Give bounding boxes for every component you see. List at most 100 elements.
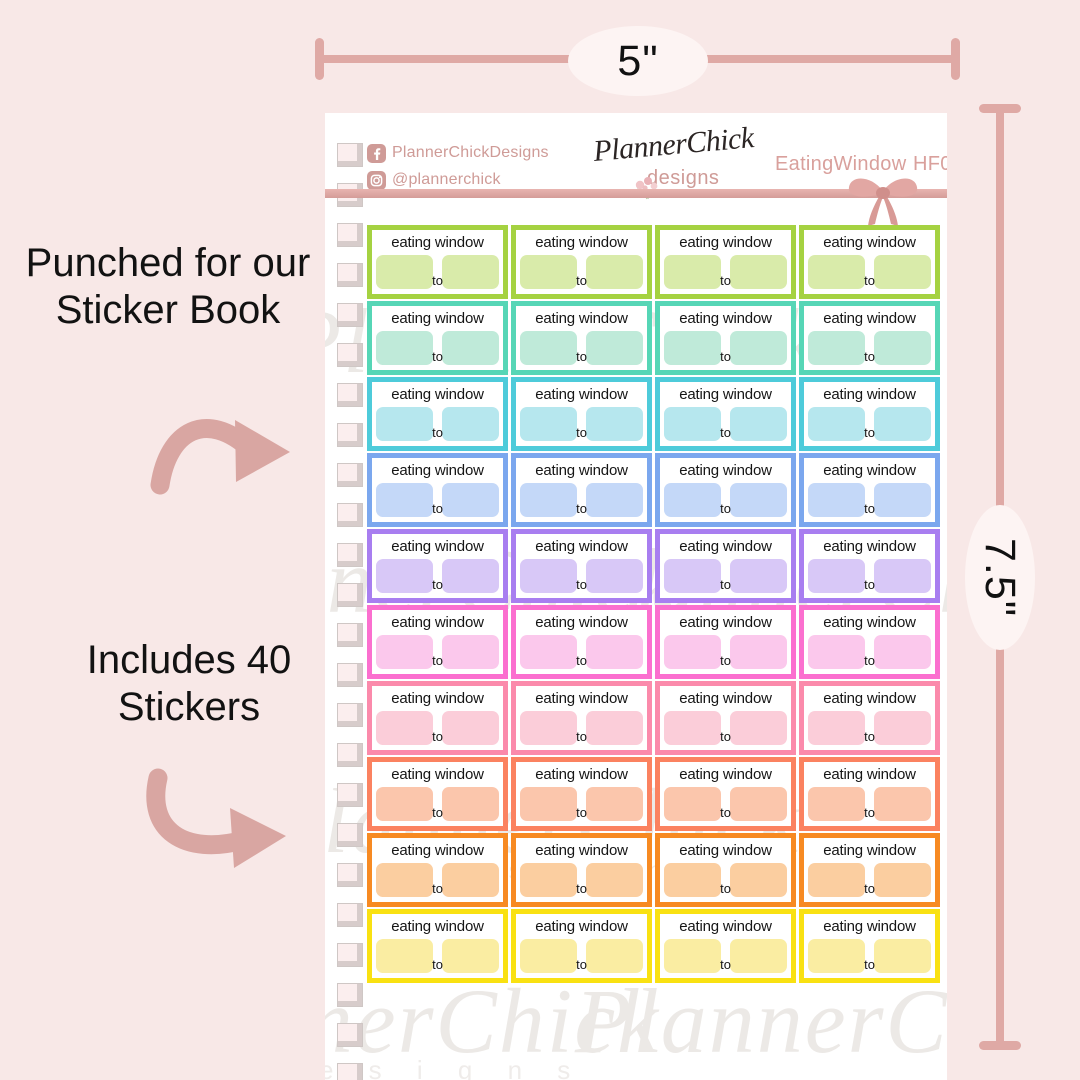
sticker[interactable]: eating window to — [799, 909, 940, 983]
sticker-label: eating window — [535, 690, 628, 707]
sticker-fields: to — [376, 559, 499, 593]
sticker-fields: to — [376, 939, 499, 973]
sticker-label: eating window — [823, 614, 916, 631]
punch-hole — [337, 143, 363, 167]
sticker[interactable]: eating window to — [511, 605, 652, 679]
height-ruler-label: 7.5" — [965, 505, 1035, 650]
punch-hole — [337, 543, 363, 567]
sticker[interactable]: eating window to — [799, 377, 940, 451]
sticker-label: eating window — [679, 614, 772, 631]
sticker[interactable]: eating window to — [511, 681, 652, 755]
sticker-fields: to — [664, 787, 787, 821]
width-ruler-cap-right — [951, 38, 960, 80]
sticker[interactable]: eating window to — [655, 833, 796, 907]
sticker[interactable]: eating window to — [655, 453, 796, 527]
punch-hole — [337, 583, 363, 607]
sticker[interactable]: eating window to — [367, 757, 508, 831]
sticker[interactable]: eating window to — [367, 225, 508, 299]
sticker-fields: to — [808, 407, 931, 441]
sticker-separator: to — [576, 653, 587, 668]
sticker-label: eating window — [391, 766, 484, 783]
social-line-facebook[interactable]: PlannerChickDesigns — [367, 141, 549, 165]
punch-hole — [337, 623, 363, 647]
sticker[interactable]: eating window to — [367, 605, 508, 679]
sticker[interactable]: eating window to — [511, 529, 652, 603]
sticker-fields: to — [808, 939, 931, 973]
sticker-separator: to — [576, 501, 587, 516]
sticker[interactable]: eating window to — [799, 681, 940, 755]
sticker[interactable]: eating window to — [799, 225, 940, 299]
sticker-label: eating window — [679, 918, 772, 935]
sticker-separator: to — [432, 577, 443, 592]
facebook-icon — [367, 143, 386, 163]
sticker-label: eating window — [535, 614, 628, 631]
sticker-label: eating window — [823, 234, 916, 251]
punch-hole — [337, 703, 363, 727]
sticker-row: eating window to eating window to eating win… — [367, 605, 943, 679]
sticker[interactable]: eating window to — [367, 377, 508, 451]
sticker[interactable]: eating window to — [655, 681, 796, 755]
punch-hole — [337, 983, 363, 1007]
sticker-separator: to — [432, 273, 443, 288]
sticker-label: eating window — [823, 766, 916, 783]
sticker-separator: to — [720, 805, 731, 820]
sticker-fields: to — [520, 939, 643, 973]
punch-hole — [337, 783, 363, 807]
punch-hole — [337, 223, 363, 247]
sticker[interactable]: eating window to — [655, 377, 796, 451]
sticker-separator: to — [720, 425, 731, 440]
sticker-fields: to — [520, 483, 643, 517]
sticker[interactable]: eating window to — [655, 529, 796, 603]
sticker[interactable]: eating window to — [799, 529, 940, 603]
sticker-label: eating window — [535, 842, 628, 859]
sticker-fields: to — [664, 255, 787, 289]
sticker-separator: to — [864, 881, 875, 896]
sticker[interactable]: eating window to — [367, 529, 508, 603]
sticker[interactable]: eating window to — [367, 301, 508, 375]
punch-hole — [337, 303, 363, 327]
sticker-row: eating window to eating window to eating win… — [367, 529, 943, 603]
sticker-fields: to — [376, 787, 499, 821]
sticker-separator: to — [720, 729, 731, 744]
sticker-fields: to — [520, 407, 643, 441]
width-ruler-label: 5" — [568, 26, 708, 96]
sticker[interactable]: eating window to — [367, 833, 508, 907]
sticker-separator: to — [432, 729, 443, 744]
sticker[interactable]: eating window to — [799, 833, 940, 907]
sticker[interactable]: eating window to — [367, 909, 508, 983]
sticker-sheet: PlannerChick D e s i g n s PlannerChick … — [325, 113, 947, 1080]
sticker[interactable]: eating window to — [655, 225, 796, 299]
sticker[interactable]: eating window to — [511, 833, 652, 907]
sticker[interactable]: eating window to — [511, 909, 652, 983]
sticker[interactable]: eating window to — [655, 301, 796, 375]
sticker[interactable]: eating window to — [655, 605, 796, 679]
sticker-label: eating window — [391, 310, 484, 327]
sticker[interactable]: eating window to — [799, 757, 940, 831]
sticker-fields: to — [808, 863, 931, 897]
sticker-label: eating window — [391, 462, 484, 479]
sticker-label: eating window — [535, 310, 628, 327]
sticker[interactable]: eating window to — [655, 909, 796, 983]
sticker[interactable]: eating window to — [367, 681, 508, 755]
sticker[interactable]: eating window to — [511, 377, 652, 451]
sticker-label: eating window — [679, 538, 772, 555]
sticker[interactable]: eating window to — [799, 453, 940, 527]
punch-hole — [337, 423, 363, 447]
sticker[interactable]: eating window to — [511, 225, 652, 299]
sticker[interactable]: eating window to — [511, 757, 652, 831]
sticker[interactable]: eating window to — [799, 301, 940, 375]
sticker-label: eating window — [391, 842, 484, 859]
sticker-fields: to — [808, 635, 931, 669]
sticker[interactable]: eating window to — [367, 453, 508, 527]
punch-hole — [337, 463, 363, 487]
sticker-separator: to — [720, 273, 731, 288]
sticker-fields: to — [376, 407, 499, 441]
sticker[interactable]: eating window to — [511, 301, 652, 375]
sticker-fields: to — [664, 635, 787, 669]
sticker-fields: to — [376, 635, 499, 669]
sticker[interactable]: eating window to — [655, 757, 796, 831]
sticker-fields: to — [376, 331, 499, 365]
sticker[interactable]: eating window to — [799, 605, 940, 679]
sticker-fields: to — [520, 559, 643, 593]
sticker[interactable]: eating window to — [511, 453, 652, 527]
